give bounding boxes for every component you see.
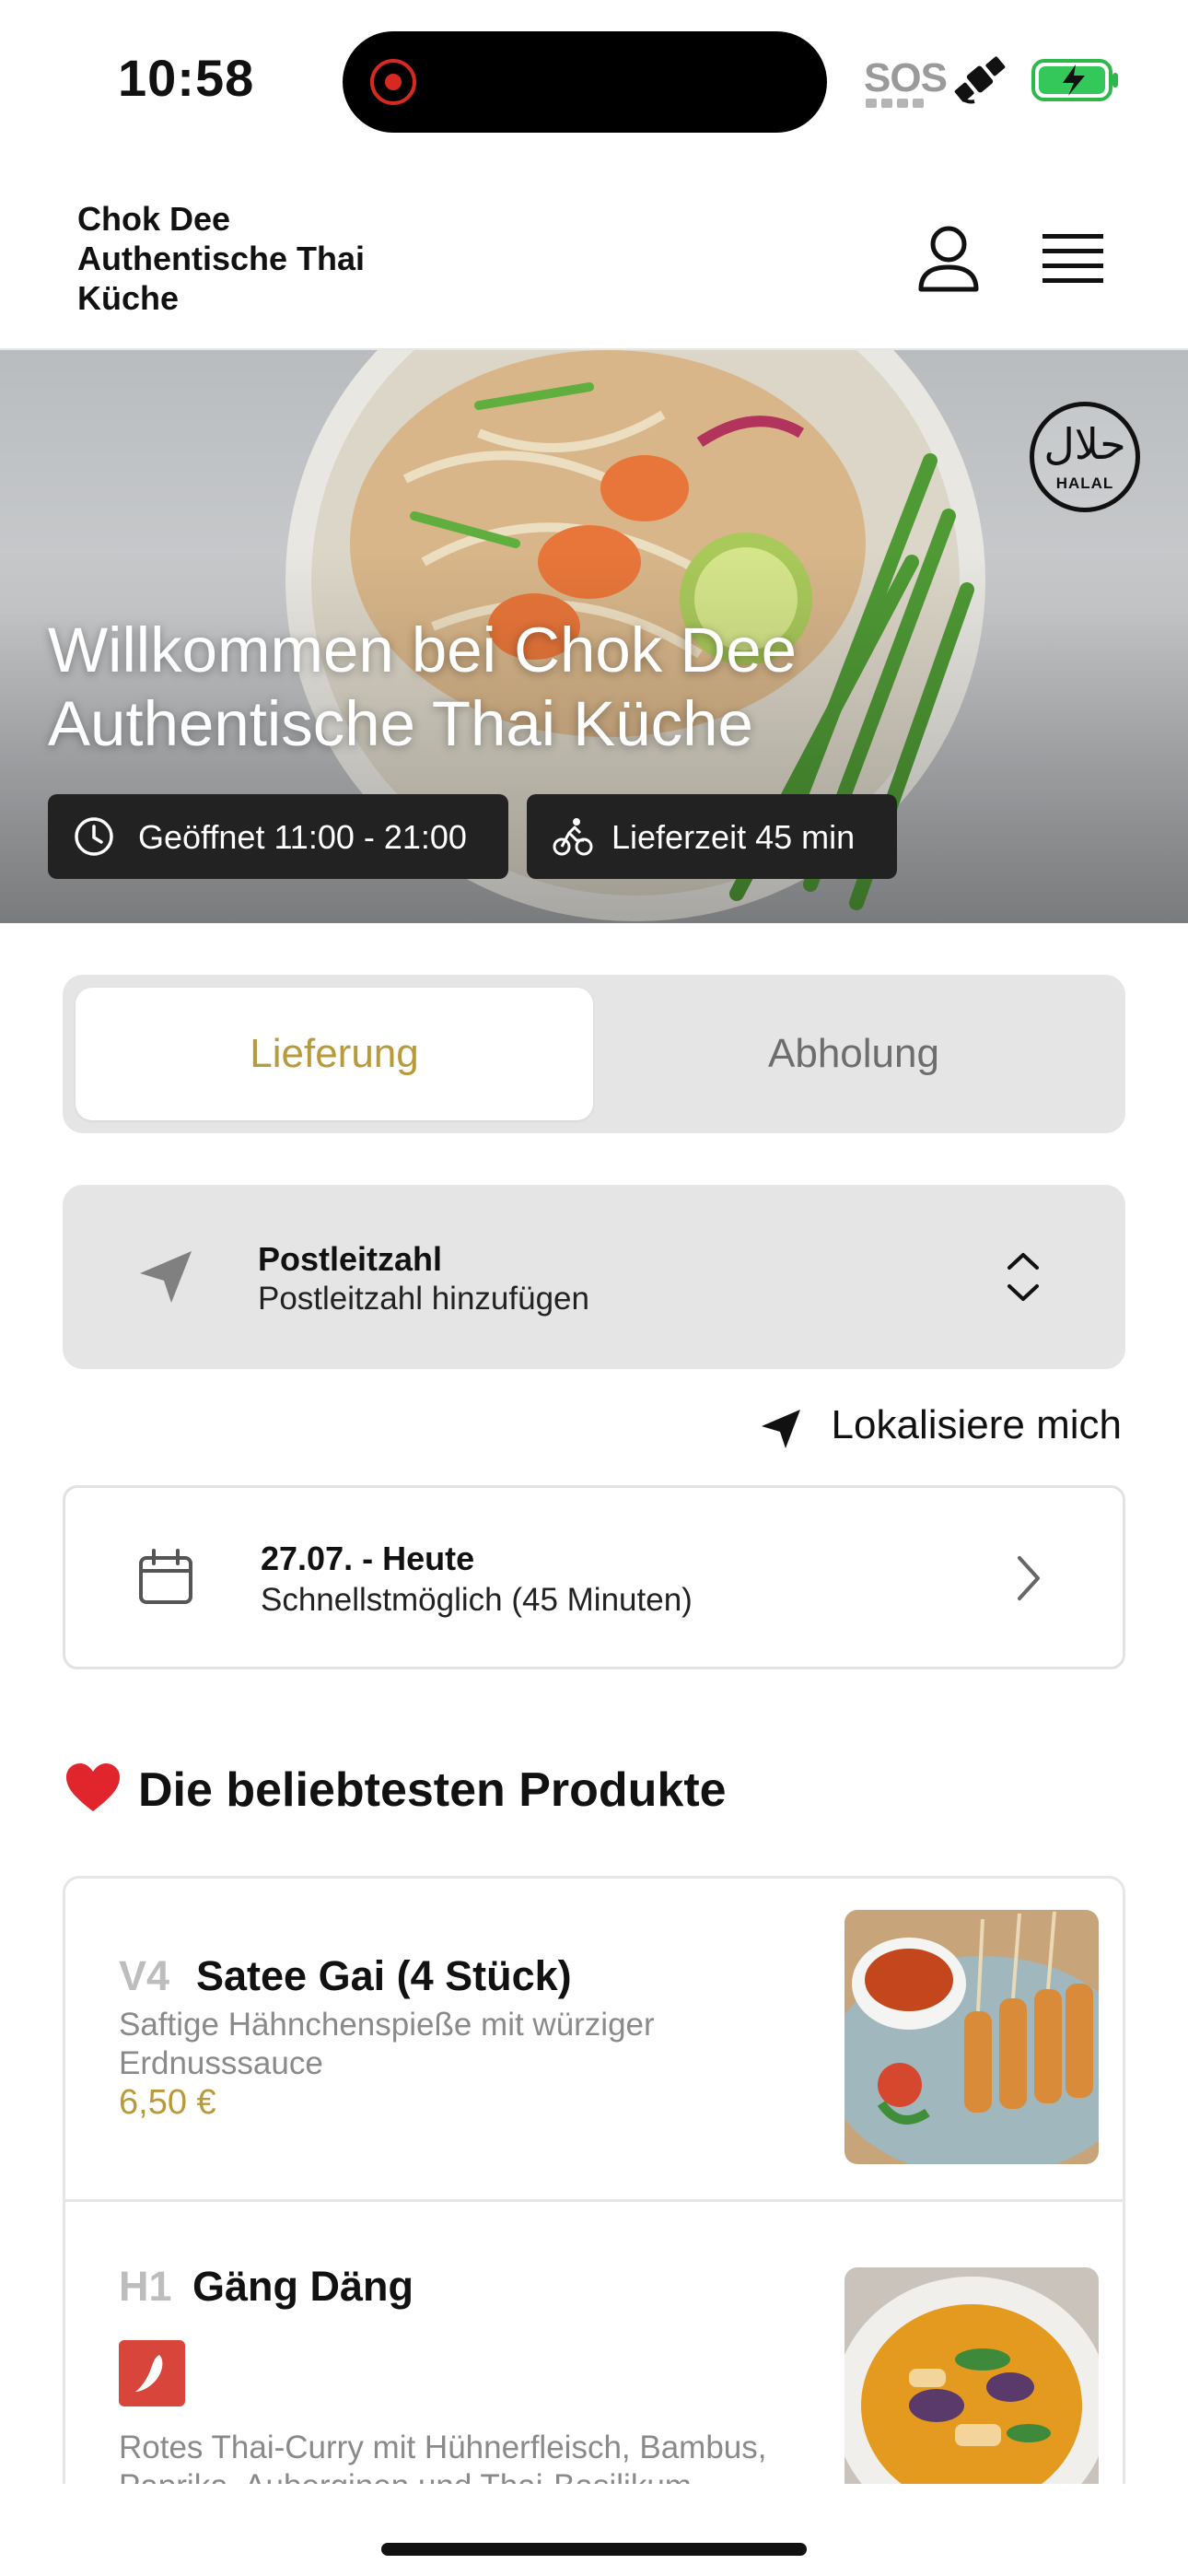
brand-name[interactable]: Chok Dee Authentische Thai Küche: [77, 199, 427, 318]
product-name: Gäng Däng: [192, 2263, 414, 2310]
delivery-date-selector[interactable]: 27.07. - Heute Schnellstmöglich (45 Minu…: [63, 1485, 1125, 1669]
heart-icon: [66, 1763, 120, 1811]
product-description: Rotes Thai-Curry mit Hühnerfleisch, Bamb…: [119, 2430, 767, 2484]
tab-delivery[interactable]: Lieferung: [76, 988, 593, 1120]
opening-hours-chip: Geöffnet 11:00 - 21:00: [48, 794, 508, 879]
order-mode-toggle: Lieferung Abholung: [63, 975, 1125, 1133]
date-title: 27.07. - Heute: [261, 1540, 475, 1577]
product-description: Saftige Hähnchenspieße mit würziger Erdn…: [119, 2007, 655, 2081]
spicy-badge: [119, 2340, 185, 2406]
delivery-bike-icon: [553, 818, 593, 856]
product-image-curry: [844, 2267, 1099, 2484]
delivery-time-text: Lieferzeit 45 min: [611, 818, 856, 856]
chevron-up-down-icon: [1007, 1253, 1039, 1301]
product-name: Satee Gai (4 Stück): [196, 1952, 572, 1999]
product-item[interactable]: V4 Satee Gai (4 Stück) Saftige Hähnchens…: [65, 1879, 1123, 2202]
calendar-icon: [139, 1549, 192, 1604]
location-arrow-icon: [140, 1251, 192, 1303]
product-item[interactable]: H1 Gäng Däng Rotes Thai-Curry mit Hühner…: [65, 2202, 1123, 2484]
product-image-satay: [844, 1910, 1099, 2164]
chili-icon: [135, 2355, 163, 2392]
signal-dots-icon: [866, 96, 930, 108]
opening-hours-text: Geöffnet 11:00 - 21:00: [138, 818, 467, 856]
satellite-icon: [954, 56, 1006, 104]
product-code: H1: [119, 2263, 172, 2310]
locate-me-label: Lokalisiere mich: [831, 1402, 1122, 1447]
hero-title: Willkommen bei Chok Dee Authentische Tha…: [48, 615, 797, 759]
product-list: V4 Satee Gai (4 Stück) Saftige Hähnchens…: [63, 1876, 1125, 2484]
postcode-selector[interactable]: Postleitzahl Postleitzahl hinzufügen: [63, 1185, 1125, 1369]
tab-pickup[interactable]: Abholung: [595, 988, 1112, 1120]
chevron-right-icon: [1018, 1556, 1040, 1600]
status-time: 10:58: [118, 49, 255, 107]
halal-badge: حلال HALAL: [1030, 402, 1140, 512]
date-subtitle: Schnellstmöglich (45 Minuten): [261, 1582, 693, 1618]
popular-products-title: Die beliebtesten Produkte: [138, 1763, 727, 1817]
product-code: V4: [119, 1952, 170, 1999]
recording-icon: [370, 59, 416, 105]
halal-arabic-text: حلال: [1043, 419, 1126, 469]
product-price: 6,50 €: [119, 2083, 216, 2122]
sos-indicator: SOS: [864, 55, 948, 100]
hero-banner: حلال HALAL Willkommen bei Chok Dee Authe…: [0, 350, 1188, 923]
dynamic-island: [343, 31, 827, 133]
app-header: Chok Dee Authentische Thai Küche: [0, 157, 1188, 350]
locate-me-button[interactable]: Lokalisiere mich: [761, 1402, 1122, 1458]
hamburger-menu-icon[interactable]: [1041, 228, 1105, 287]
location-arrow-icon: [761, 1410, 800, 1448]
clock-icon: [75, 817, 113, 856]
user-account-icon[interactable]: [912, 221, 985, 295]
home-indicator[interactable]: [381, 2543, 807, 2556]
postcode-placeholder: Postleitzahl hinzufügen: [258, 1281, 589, 1317]
popular-products-heading: Die beliebtesten Produkte: [64, 1762, 727, 1818]
halal-text: HALAL: [1055, 474, 1114, 492]
battery-icon: [1031, 59, 1118, 101]
status-bar: 10:58 SOS: [0, 0, 1188, 157]
delivery-time-chip: Lieferzeit 45 min: [527, 794, 897, 879]
postcode-label: Postleitzahl: [258, 1240, 443, 1278]
